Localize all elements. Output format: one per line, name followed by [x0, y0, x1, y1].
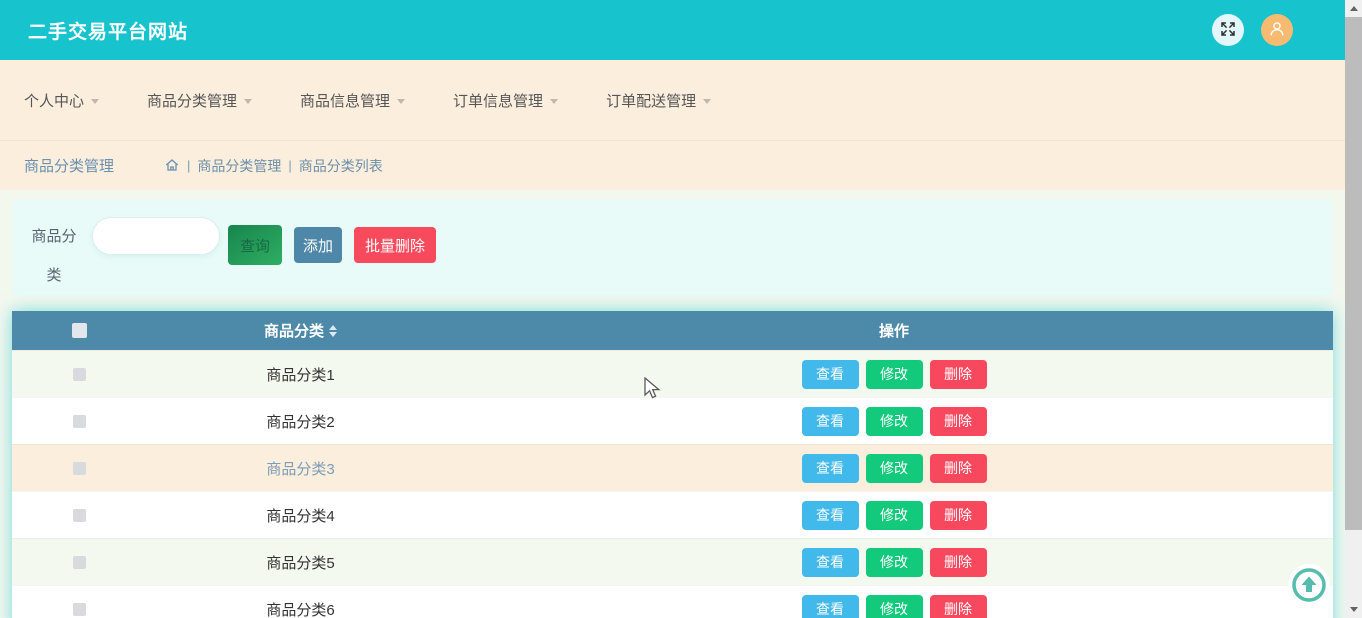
chevron-down-icon	[703, 99, 712, 104]
row-checkbox[interactable]	[72, 508, 86, 522]
crumb-separator: |	[288, 158, 292, 173]
page: 二手交易平台网站 个人中心 商品分类管理 商品信息管理 订单信息管理 订单配送管…	[0, 0, 1345, 618]
nav-item-label: 商品分类管理	[147, 92, 238, 110]
add-button[interactable]: 添加	[294, 227, 342, 263]
user-icon	[1268, 20, 1286, 41]
row-checkbox[interactable]	[72, 555, 86, 569]
edit-button[interactable]: 修改	[865, 594, 923, 618]
edit-button[interactable]: 修改	[865, 500, 923, 530]
chevron-down-icon	[91, 99, 100, 104]
scroll-down-arrow[interactable]	[1345, 601, 1362, 618]
view-button[interactable]: 查看	[801, 594, 859, 618]
column-header-category[interactable]: 商品分类	[146, 320, 455, 341]
view-button[interactable]: 查看	[801, 547, 859, 577]
nav-item-order-delivery-management[interactable]: 订单配送管理	[606, 90, 712, 111]
query-button[interactable]: 查询	[228, 225, 282, 265]
table-body: 商品分类1 查看 修改 删除 商品分类2 查看 修改 删除 商品分类3 查看 修…	[12, 350, 1333, 618]
view-button[interactable]: 查看	[801, 453, 859, 483]
column-header-label: 操作	[878, 323, 909, 340]
category-label: 商品分类	[31, 228, 77, 284]
edit-button[interactable]: 修改	[865, 406, 923, 436]
back-to-top-button[interactable]	[1287, 563, 1331, 607]
category-cell: 商品分类5	[266, 554, 335, 572]
nav-item-order-info-management[interactable]: 订单信息管理	[453, 90, 559, 111]
expand-arrows-icon	[1219, 20, 1237, 41]
scroll-up-arrow[interactable]	[1345, 0, 1362, 17]
nav-item-label: 订单配送管理	[606, 92, 697, 110]
row-checkbox[interactable]	[72, 602, 86, 616]
view-button[interactable]: 查看	[801, 500, 859, 530]
fullscreen-button[interactable]	[1212, 14, 1244, 46]
row-checkbox[interactable]	[72, 461, 86, 475]
category-cell: 商品分类3	[266, 460, 335, 478]
edit-button[interactable]: 修改	[865, 547, 923, 577]
delete-button[interactable]: 删除	[929, 547, 987, 577]
chevron-down-icon	[244, 99, 253, 104]
table-row: 商品分类6 查看 修改 删除	[12, 585, 1333, 618]
home-icon[interactable]	[164, 158, 180, 173]
crumb-separator: |	[187, 158, 191, 173]
delete-button[interactable]: 删除	[929, 500, 987, 530]
row-actions: 查看 修改 删除	[801, 406, 987, 436]
delete-button[interactable]: 删除	[929, 453, 987, 483]
delete-button[interactable]: 删除	[929, 406, 987, 436]
table-row: 商品分类4 查看 修改 删除	[12, 491, 1333, 538]
category-cell: 商品分类6	[266, 601, 335, 618]
avatar-button[interactable]	[1261, 14, 1293, 46]
row-actions: 查看 修改 删除	[801, 359, 987, 389]
app-title: 二手交易平台网站	[28, 21, 189, 43]
select-all-checkbox[interactable]	[71, 323, 87, 338]
category-cell: 商品分类2	[266, 413, 335, 431]
page-title: 商品分类管理	[24, 158, 115, 175]
nav-item-label: 订单信息管理	[453, 92, 544, 110]
chevron-down-icon	[550, 99, 559, 104]
edit-button[interactable]: 修改	[865, 359, 923, 389]
nav-item-category-management[interactable]: 商品分类管理	[147, 90, 253, 111]
nav-item-label: 商品信息管理	[300, 92, 391, 110]
delete-button[interactable]: 删除	[929, 359, 987, 389]
nav-item-product-info-management[interactable]: 商品信息管理	[300, 90, 406, 111]
arrow-up-circle-icon	[1287, 564, 1331, 610]
search-panel: 商品分类 查询 添加 批量删除	[12, 200, 1333, 296]
edit-button[interactable]: 修改	[865, 453, 923, 483]
scroll-thumb[interactable]	[1345, 17, 1362, 530]
breadcrumb-item[interactable]: 商品分类列表	[299, 156, 383, 176]
breadcrumb-item[interactable]: 商品分类管理	[197, 156, 281, 176]
row-checkbox[interactable]	[72, 367, 86, 381]
app-header: 二手交易平台网站	[0, 0, 1345, 60]
batch-delete-button[interactable]: 批量删除	[354, 227, 436, 263]
view-button[interactable]: 查看	[801, 359, 859, 389]
sort-icon	[329, 324, 337, 337]
table-row: 商品分类3 查看 修改 删除	[12, 444, 1333, 491]
column-header-actions: 操作	[455, 320, 1333, 341]
chevron-down-icon	[397, 99, 406, 104]
table-row: 商品分类2 查看 修改 删除	[12, 397, 1333, 444]
delete-button[interactable]: 删除	[929, 594, 987, 618]
header-actions	[1212, 14, 1293, 46]
category-cell: 商品分类4	[266, 507, 335, 525]
data-table: 商品分类 操作 商品分类1 查看 修改 删除 商品分类2 查看 修改 删除 商品…	[12, 311, 1333, 618]
main-nav: 个人中心 商品分类管理 商品信息管理 订单信息管理 订单配送管理	[0, 60, 1345, 140]
column-header-label: 商品分类	[263, 323, 324, 340]
nav-item-personal-center[interactable]: 个人中心	[24, 90, 100, 111]
row-actions: 查看 修改 删除	[801, 453, 987, 483]
nav-item-label: 个人中心	[24, 92, 85, 110]
table-row: 商品分类5 查看 修改 删除	[12, 538, 1333, 585]
category-cell: 商品分类1	[266, 366, 335, 384]
row-checkbox[interactable]	[72, 414, 86, 428]
table-header: 商品分类 操作	[12, 311, 1333, 350]
breadcrumb: | 商品分类管理 | 商品分类列表	[164, 156, 383, 176]
category-search-input[interactable]	[92, 217, 220, 255]
row-actions: 查看 修改 删除	[801, 547, 987, 577]
row-actions: 查看 修改 删除	[801, 594, 987, 618]
scrollbar	[1345, 0, 1362, 618]
row-actions: 查看 修改 删除	[801, 500, 987, 530]
table-row: 商品分类1 查看 修改 删除	[12, 350, 1333, 397]
breadcrumb-bar: 商品分类管理 | 商品分类管理 | 商品分类列表	[0, 140, 1345, 190]
view-button[interactable]: 查看	[801, 406, 859, 436]
